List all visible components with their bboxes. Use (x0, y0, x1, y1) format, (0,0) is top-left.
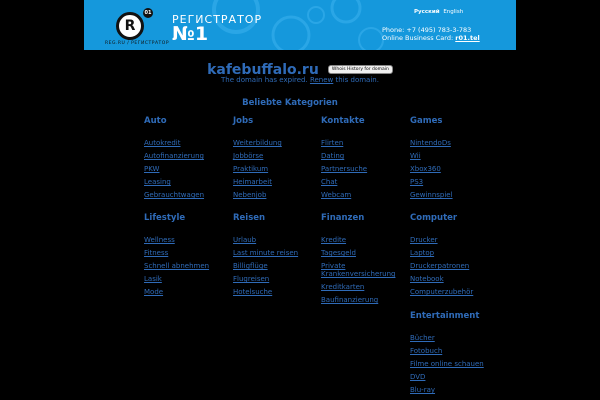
category-link[interactable]: Schnell abnehmen (144, 260, 234, 273)
category-title: Computer (410, 213, 458, 223)
category-link[interactable]: Flugreisen (233, 273, 323, 286)
category-link[interactable]: Lasik (144, 273, 234, 286)
categories-title: Beliebte Kategorien (242, 98, 338, 108)
category-title: Entertainment (410, 311, 480, 321)
expired-suffix: this domain. (335, 76, 379, 84)
category-link[interactable]: Heimarbeit (233, 176, 323, 189)
language-switcher: Русский English (414, 9, 463, 15)
expired-text: The domain has expired. (221, 76, 308, 84)
category-link[interactable]: Weiterbildung (233, 137, 323, 150)
category-link[interactable]: Dating (321, 150, 411, 163)
category-title: Reisen (233, 213, 266, 223)
lang-english-link[interactable]: English (443, 9, 463, 15)
category-games: Games NintendoDs Wii Xbox360 PS3 Gewinns… (410, 116, 500, 202)
category-computer: Computer Drucker Laptop Druckerpatronen … (410, 213, 500, 299)
category-link[interactable]: Partnersuche (321, 163, 411, 176)
category-link[interactable]: PS3 (410, 176, 500, 189)
logo-mark: R (124, 18, 136, 34)
category-link[interactable]: Blu-ray (410, 384, 500, 397)
category-link[interactable]: Chat (321, 176, 411, 189)
category-title: Games (410, 116, 443, 126)
category-title: Jobs (233, 116, 254, 126)
logo-subtitle: REG.RU / РЕГИСТРАТОР (105, 41, 170, 46)
category-link[interactable]: Gewinnspiel (410, 189, 500, 202)
category-title: Finanzen (321, 213, 365, 223)
business-card-label: Online Business Card: (382, 34, 454, 42)
category-link[interactable]: Computerzubehör (410, 286, 500, 299)
category-auto: Auto Autokredit Autofinanzierung PKW Lea… (144, 116, 234, 202)
category-link[interactable]: Filme online schauen (410, 358, 500, 371)
category-kontakte: Kontakte Flirten Dating Partnersuche Cha… (321, 116, 411, 202)
category-link[interactable]: Mode (144, 286, 234, 299)
category-link[interactable]: Notebook (410, 273, 500, 286)
category-title: Lifestyle (144, 213, 186, 223)
category-link[interactable]: Webcam (321, 189, 411, 202)
phone-number: Phone: +7 (495) 783-3-783 (382, 26, 472, 34)
lang-russian-link[interactable]: Русский (414, 9, 440, 15)
category-link[interactable]: Kredite (321, 234, 406, 247)
category-reisen: Reisen Urlaub Last minute reisen Billigf… (233, 213, 323, 299)
category-title: Kontakte (321, 116, 365, 126)
logo-sup: 01 (143, 8, 153, 18)
category-link[interactable]: Praktikum (233, 163, 323, 176)
category-lifestyle: Lifestyle Wellness Fitness Schnell abneh… (144, 213, 234, 299)
category-link[interactable]: Bücher (410, 332, 500, 345)
category-link[interactable]: Xbox360 (410, 163, 500, 176)
category-link[interactable]: Autokredit (144, 137, 234, 150)
category-link[interactable]: Nebenjob (233, 189, 323, 202)
category-link[interactable]: Billigflüge (233, 260, 323, 273)
renew-link[interactable]: Renew (310, 76, 333, 84)
category-finanzen: Finanzen Kredite Tagesgeld Private Krank… (321, 213, 406, 307)
category-link[interactable]: Jobbörse (233, 150, 323, 163)
category-link[interactable]: Wellness (144, 234, 234, 247)
category-link[interactable]: Fitness (144, 247, 234, 260)
category-link[interactable]: Laptop (410, 247, 500, 260)
logo-number: №1 (172, 23, 209, 45)
category-link[interactable]: Wii (410, 150, 500, 163)
category-link[interactable]: Hotelsuche (233, 286, 323, 299)
category-link[interactable]: Baufinanzierung (321, 294, 406, 307)
whois-history-button[interactable]: Whois History for domain (327, 65, 393, 74)
category-link[interactable]: Gebrauchtwagen (144, 189, 234, 202)
category-link[interactable]: Fotobuch (410, 345, 500, 358)
category-link[interactable]: Kreditkarten (321, 281, 406, 294)
category-entertainment: Entertainment Bücher Fotobuch Filme onli… (410, 311, 500, 397)
site-header: R 01 REG.RU / РЕГИСТРАТОР РЕГИСТРАТОР №1… (84, 0, 516, 50)
category-link[interactable]: Drucker (410, 234, 500, 247)
category-link[interactable]: Flirten (321, 137, 411, 150)
category-link[interactable]: Private Krankenversicherung (321, 262, 406, 278)
category-link[interactable]: PKW (144, 163, 234, 176)
category-link[interactable]: Last minute reisen (233, 247, 323, 260)
category-link[interactable]: Leasing (144, 176, 234, 189)
expired-notice: The domain has expired. Renew this domai… (0, 76, 600, 84)
registrar-logo-icon[interactable]: R 01 (116, 8, 153, 40)
category-link[interactable]: DVD (410, 371, 500, 384)
category-link[interactable]: Tagesgeld (321, 247, 406, 260)
category-title: Auto (144, 116, 167, 126)
business-card-link[interactable]: r01.tel (455, 34, 479, 42)
contact-info: Phone: +7 (495) 783-3-783 Online Busines… (382, 26, 480, 42)
category-link[interactable]: Autofinanzierung (144, 150, 234, 163)
category-link[interactable]: NintendoDs (410, 137, 500, 150)
category-jobs: Jobs Weiterbildung Jobbörse Praktikum He… (233, 116, 323, 202)
category-link[interactable]: Urlaub (233, 234, 323, 247)
category-link[interactable]: Druckerpatronen (410, 260, 500, 273)
